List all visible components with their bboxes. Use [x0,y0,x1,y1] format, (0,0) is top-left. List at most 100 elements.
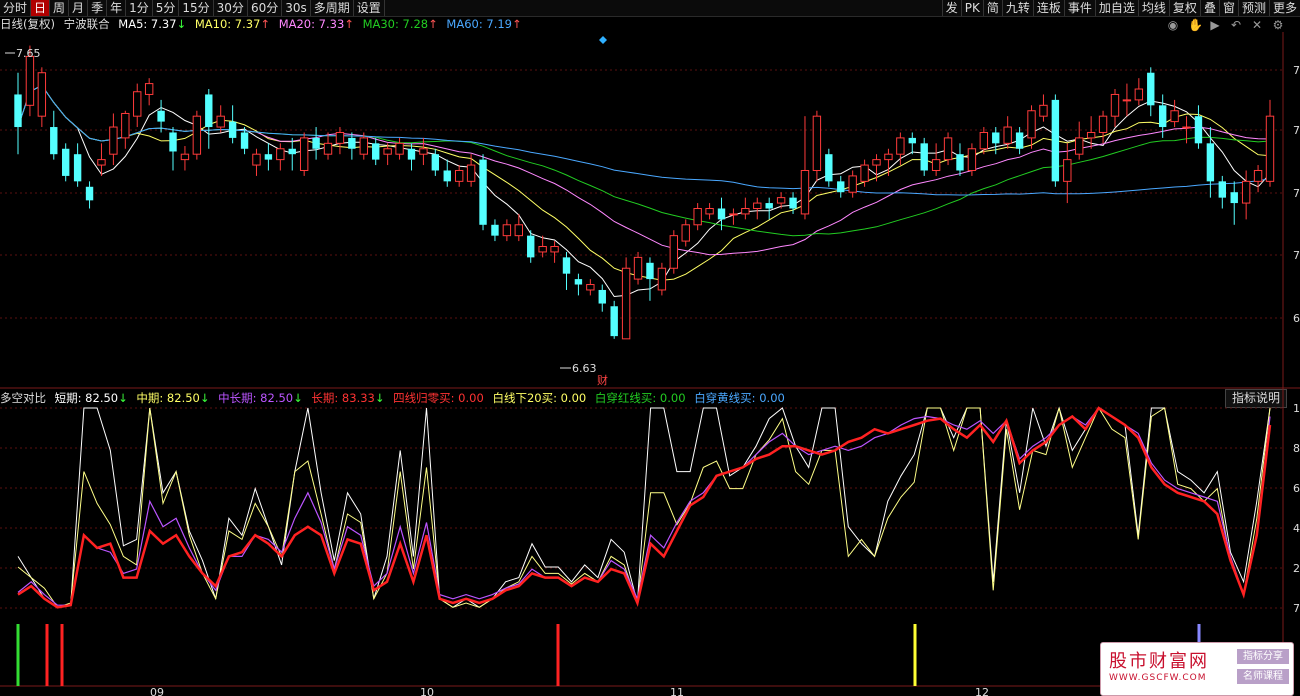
candle-body [264,154,273,160]
candle [37,67,47,128]
candle [741,197,750,220]
candle-body [669,235,679,269]
candle-body [1230,192,1238,204]
price-axis-label: 6 [1293,312,1300,325]
candle-body [538,246,547,253]
indicator-axis-label: 8 [1293,442,1300,455]
watermark-title: 股市财富网 [1109,651,1209,672]
candle [681,219,690,247]
candle-body [657,267,667,291]
date-axis-label: 10 [420,686,434,696]
candle [848,170,857,198]
candle [825,148,833,187]
candle [491,219,499,242]
candle-body [14,94,22,128]
candle [228,105,237,144]
candle-body [252,153,261,166]
candle-body [180,153,190,161]
candle [180,146,190,171]
candle-body [681,224,690,242]
candle-body [1253,169,1263,182]
candle [729,208,738,225]
candle [931,143,941,176]
watermark-tag-indicator[interactable]: 指标分享 [1237,649,1289,664]
candle-body [276,148,285,161]
candle-body [299,137,309,171]
candle-body [502,224,512,237]
candle-body [729,213,738,216]
candle [73,143,82,187]
stock-chart[interactable]: 7 7 7 7 6 1 8 6 4 2 7 09 10 11 12 7.65 6.63财 [0,0,1300,696]
candle-body [1122,99,1132,102]
candle [299,132,309,176]
price-annotations: 7.65 6.63财 [5,36,608,387]
candle [312,127,320,160]
candle-body [1051,99,1060,182]
candle-body [1147,72,1155,106]
price-axis-label: 7 [1293,124,1300,137]
candle-body [312,137,320,149]
candle-body [872,159,881,166]
candle [753,197,762,220]
watermark-logo: 股市财富网 WWW.GSCFW.COM 指标分享 名师课程 [1100,642,1294,696]
candle-body [454,169,464,182]
candle [1075,121,1084,160]
watermark-tag-course[interactable]: 名师课程 [1237,669,1289,684]
date-axis-label: 09 [150,686,164,696]
candle [598,284,606,312]
candle [550,241,559,263]
candle-body [1218,181,1227,198]
candle [956,143,964,176]
candle-body [789,197,797,209]
candle-body [1086,131,1096,139]
candle [1253,165,1263,193]
candle [252,148,261,176]
candle [574,273,583,296]
candle [407,143,416,171]
candle [800,116,810,220]
candle [705,203,714,220]
candle-body [860,164,869,182]
candle-body [693,208,702,226]
candle [169,127,177,171]
candle-body [621,267,631,340]
candle-body [1098,115,1108,133]
candle-body [1039,104,1048,117]
candle-body [920,143,928,171]
candle-body [323,142,333,155]
candle [1241,170,1251,220]
candle [133,83,142,128]
candle-body [825,154,833,182]
candle-body [979,131,989,150]
candle-body [610,306,618,337]
candle [621,257,631,340]
candle [205,89,213,149]
candle-body [705,208,714,215]
candle [85,181,94,209]
candle [466,154,476,187]
candle-body [598,289,606,304]
candle [884,148,893,176]
indicator-lines [17,406,1272,609]
candle-body [884,153,893,161]
candle-body [431,154,440,171]
candle [514,213,523,242]
candle [335,127,345,155]
candle-body [562,257,571,274]
candle-body [407,148,416,160]
candle-body [61,148,70,176]
candle-body [646,262,654,280]
candle-body [550,246,559,253]
candle-body [1194,116,1203,144]
candle [669,230,679,274]
candle-body [169,132,177,152]
candle [657,262,667,296]
candle [1194,105,1203,149]
candle-body [205,94,213,128]
candle-body [50,127,58,155]
candle [920,137,928,176]
buy-signal-bars [16,624,1201,686]
candle [562,251,571,290]
candle-body [586,284,595,291]
candle [443,159,451,187]
